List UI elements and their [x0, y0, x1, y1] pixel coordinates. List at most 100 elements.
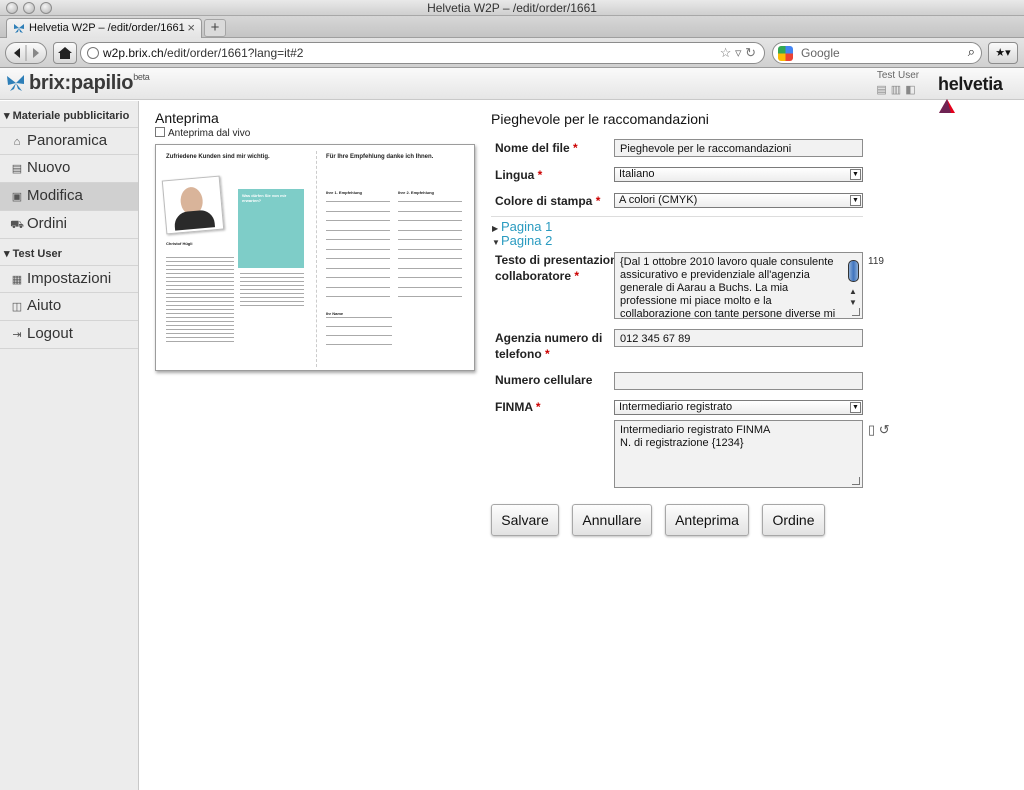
helvetia-triangle-icon [939, 99, 955, 113]
doc-line [240, 301, 304, 302]
order-button[interactable]: Ordine [762, 504, 825, 536]
scrollbar-thumb[interactable] [848, 260, 859, 282]
language-label: Lingua * [495, 168, 543, 182]
triangle-down-icon: ▼ [492, 238, 500, 247]
doc-line [166, 325, 234, 326]
page-1-toggle[interactable]: ▶ Pagina 1 [492, 219, 552, 234]
doc-line [326, 277, 390, 278]
character-counter: 119 [868, 256, 884, 267]
language-value: Italiano [619, 168, 655, 180]
resize-grip-icon[interactable] [852, 308, 860, 316]
search-icon[interactable]: ⌕ [968, 44, 975, 60]
filename-label: Nome del file * [495, 141, 578, 155]
reset-icon[interactable]: ↺ [879, 422, 890, 437]
save-button[interactable]: Salvare [491, 504, 559, 536]
chevron-down-icon[interactable]: ▼ [850, 195, 861, 206]
app-header: brix:papiliobeta Test User ▤▥◧ helvetia [0, 68, 1024, 113]
doc-line [166, 333, 234, 334]
browser-tab[interactable]: Helvetia W2P – /edit/order/1661 × [6, 18, 202, 38]
brix-papilio-logo[interactable]: brix:papiliobeta [6, 72, 150, 95]
filename-input[interactable] [614, 139, 863, 157]
divider [491, 216, 863, 217]
page-2-toggle[interactable]: ▼Pagina 2 [492, 233, 552, 248]
sidebar-item-panoramica[interactable]: ⌂ Panoramica [0, 127, 138, 155]
doc-line [166, 289, 234, 290]
doc-line [166, 317, 234, 318]
tab-title: Helvetia W2P – /edit/order/1661 [29, 22, 185, 34]
doc-line [166, 301, 234, 302]
brand-name: helvetia [938, 74, 1003, 94]
sidebar-item-label: Logout [27, 325, 73, 342]
sidebar-item-label: Aiuto [27, 297, 62, 314]
mobile-label: Numero cellulare [495, 373, 593, 387]
home-button[interactable] [53, 42, 77, 64]
page-1-label: Pagina 1 [501, 219, 553, 234]
finma-value: Intermediario registrato [619, 401, 733, 413]
print-color-select[interactable]: A colori (CMYK) ▼ [614, 193, 863, 208]
new-tab-button[interactable]: + [204, 19, 226, 37]
doc-line [398, 220, 462, 221]
doc-line [326, 229, 390, 231]
doc-line [166, 281, 234, 282]
finma-select[interactable]: Intermediario registrato ▼ [614, 400, 863, 415]
finma-text-line2: N. di registrazione {1234} [620, 437, 744, 449]
doc-line [166, 285, 234, 286]
resize-grip-icon[interactable] [852, 477, 860, 485]
user-tool-icons[interactable]: ▤▥◧ [868, 83, 928, 96]
bookmark-star-reload-icons[interactable]: ☆ ▿ ↻ [720, 45, 756, 61]
back-forward-buttons[interactable] [5, 42, 47, 64]
doc-line [166, 305, 234, 306]
live-preview-checkbox[interactable]: Anteprima dal vivo [155, 127, 250, 139]
presentation-textarea[interactable]: {Dal 1 ottobre 2010 lavoro quale consule… [614, 252, 863, 319]
sidebar-item-ordini[interactable]: ⛟ Ordini [0, 211, 138, 239]
doc-line [240, 285, 304, 286]
cancel-button[interactable]: Annullare [572, 504, 652, 536]
sidebar-item-label: Nuovo [27, 159, 71, 176]
logout-icon: ⇥ [12, 329, 22, 341]
sidebar-group-materials[interactable]: ▾ Materiale pubblicitario [0, 101, 138, 127]
url-bar[interactable]: w2p.brix.ch/edit/order/1661?lang=it#2 ☆ … [80, 42, 765, 64]
agency-phone-input[interactable] [614, 329, 863, 347]
finma-label: FINMA * [495, 400, 541, 414]
doc-col2-heading: Ihre 2. Empfehlung [398, 190, 435, 195]
url-path: /edit/order/1661?lang=it#2 [163, 46, 304, 60]
chevron-down-icon[interactable]: ▼ [850, 402, 861, 413]
window-title: Helvetia W2P – /edit/order/1661 [427, 1, 597, 15]
sidebar-item-aiuto[interactable]: ◫ Aiuto [0, 293, 138, 321]
search-bar[interactable]: Google ⌕ [772, 42, 982, 64]
mobile-input[interactable] [614, 372, 863, 390]
sidebar-group-user[interactable]: ▾ Test User [0, 239, 138, 265]
bookmarks-menu-button[interactable]: ★▾ [988, 42, 1018, 64]
doc-line [326, 258, 390, 259]
doc-right-heading: Für Ihre Empfehlung danke ich Ihnen. [326, 154, 434, 160]
doc-line [326, 210, 390, 212]
doc-left-heading: Zufriedene Kunden sind mir wichtig. [166, 154, 270, 160]
preview-button[interactable]: Anteprima [665, 504, 749, 536]
doc-line [166, 277, 234, 278]
language-select[interactable]: Italiano ▼ [614, 167, 863, 182]
sidebar-item-label: Modifica [27, 187, 83, 204]
document-icon[interactable]: ▯ [868, 422, 875, 437]
new-document-icon: ▤ [11, 163, 23, 175]
portrait-photo [161, 175, 225, 235]
fold-line [316, 151, 317, 367]
finma-textarea[interactable]: Intermediario registrato FINMA N. di reg… [614, 420, 863, 488]
sidebar-item-logout[interactable]: ⇥ Logout [0, 321, 138, 349]
user-box: Test User ▤▥◧ [868, 70, 928, 96]
live-preview-label: Anteprima dal vivo [168, 128, 251, 139]
doc-line [398, 258, 462, 259]
globe-icon [87, 47, 99, 59]
doc-your-name: Ihr Name [326, 311, 344, 316]
doc-line [166, 293, 234, 294]
document-preview[interactable]: Zufriedene Kunden sind mir wichtig. Für … [155, 144, 475, 371]
textarea-scrollbar[interactable]: ▲ ▼ [847, 256, 860, 312]
sidebar-item-modifica[interactable]: ▣ Modifica [0, 183, 138, 211]
google-icon [778, 46, 793, 61]
doc-line [326, 267, 390, 269]
tab-close-icon[interactable]: × [187, 20, 195, 35]
doc-line [398, 210, 462, 212]
sidebar-item-nuovo[interactable]: ▤ Nuovo [0, 155, 138, 183]
chevron-down-icon[interactable]: ▼ [850, 169, 861, 180]
checkbox-icon[interactable] [155, 127, 165, 137]
sidebar-item-impostazioni[interactable]: ▦ Impostazioni [0, 265, 138, 293]
